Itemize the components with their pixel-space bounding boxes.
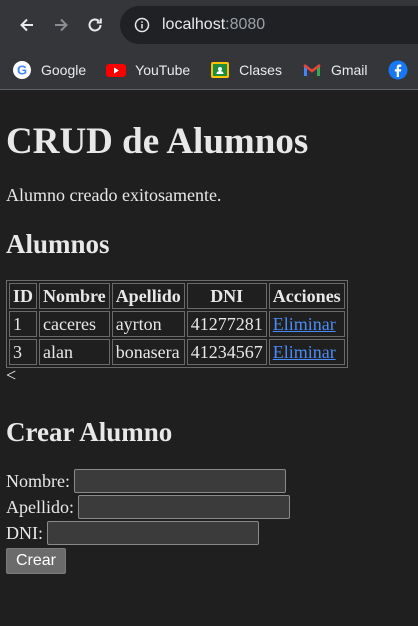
bookmark-facebook[interactable] — [388, 60, 417, 80]
delete-link[interactable]: Eliminar — [273, 342, 336, 362]
bookmark-clases[interactable]: Clases — [210, 60, 282, 80]
bookmark-label: YouTube — [135, 61, 191, 78]
cell-acciones: Eliminar — [268, 339, 345, 365]
apellido-row: Apellido: — [6, 494, 412, 520]
url-port: :8080 — [225, 16, 266, 33]
bookmark-google[interactable]: G Google — [12, 60, 86, 80]
success-message: Alumno creado exitosamente. — [6, 185, 222, 205]
apellido-input[interactable] — [78, 495, 290, 519]
svg-text:G: G — [17, 62, 27, 77]
column-header-id: ID — [9, 283, 38, 309]
nombre-input[interactable] — [73, 469, 286, 493]
table-row: 1 caceres ayrton 41277281 Eliminar — [9, 311, 345, 337]
table-row: 3 alan bonasera 41234567 Eliminar — [9, 339, 345, 365]
back-button[interactable] — [12, 10, 42, 40]
dni-label: DNI: — [6, 522, 43, 543]
gmail-icon — [302, 60, 322, 80]
page-title: CRUD de Alumnos — [6, 121, 309, 162]
cell-nombre: alan — [39, 339, 110, 365]
column-header-acciones: Acciones — [268, 283, 345, 309]
site-info-icon[interactable] — [134, 17, 150, 33]
forward-arrow-icon — [55, 18, 68, 32]
cell-acciones: Eliminar — [268, 311, 345, 337]
reload-icon — [88, 18, 102, 32]
back-arrow-icon — [20, 18, 33, 32]
browser-toolbar: localhost:8080 — [0, 0, 418, 50]
page-content: CRUD de Alumnos Alumno creado exitosamen… — [0, 120, 418, 574]
column-header-nombre: Nombre — [39, 283, 110, 309]
dni-input[interactable] — [47, 521, 259, 545]
bookmark-label: Google — [41, 61, 87, 78]
table-header-row: ID Nombre Apellido DNI Acciones — [9, 283, 345, 309]
dni-row: DNI: — [6, 520, 412, 546]
forward-button[interactable] — [46, 10, 76, 40]
cell-apellido: bonasera — [111, 339, 185, 365]
bookmark-youtube[interactable]: YouTube — [106, 60, 190, 80]
bookmarks-bar: G Google YouTube Clases Gmail — [0, 50, 418, 90]
cell-id: 1 — [9, 311, 38, 337]
bookmark-label: Clases — [239, 61, 282, 78]
delete-link[interactable]: Eliminar — [273, 314, 336, 334]
cell-dni: 41277281 — [186, 311, 267, 337]
reload-button[interactable] — [80, 10, 110, 40]
cell-dni: 41234567 — [186, 339, 267, 365]
column-header-dni: DNI — [186, 283, 267, 309]
google-icon: G — [12, 60, 32, 80]
students-heading: Alumnos — [6, 229, 110, 259]
cell-nombre: caceres — [39, 311, 110, 337]
url-host: localhost — [162, 16, 226, 33]
cell-id: 3 — [9, 339, 38, 365]
apellido-label: Apellido: — [6, 496, 74, 517]
nombre-row: Nombre: — [6, 468, 412, 494]
create-student-form: Nombre: Apellido: DNI: Crear — [6, 468, 412, 574]
youtube-icon — [106, 60, 127, 80]
classroom-icon — [210, 60, 230, 80]
bookmark-gmail[interactable]: Gmail — [302, 60, 368, 80]
create-button[interactable]: Crear — [6, 548, 67, 574]
nombre-label: Nombre: — [6, 470, 70, 491]
create-heading: Crear Alumno — [6, 417, 173, 447]
bookmark-label: Gmail — [330, 61, 368, 78]
column-header-apellido: Apellido — [111, 283, 185, 309]
stray-text: < — [6, 365, 17, 385]
cell-apellido: ayrton — [111, 311, 185, 337]
address-bar[interactable]: localhost:8080 — [120, 6, 418, 44]
students-table: ID Nombre Apellido DNI Acciones 1 cacere… — [6, 280, 348, 368]
facebook-icon — [388, 60, 408, 80]
